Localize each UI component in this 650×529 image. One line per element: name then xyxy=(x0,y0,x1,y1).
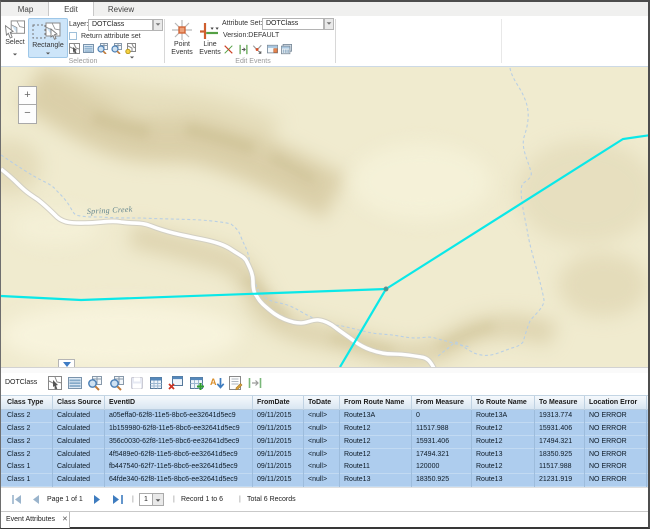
svg-text:A: A xyxy=(210,377,217,387)
